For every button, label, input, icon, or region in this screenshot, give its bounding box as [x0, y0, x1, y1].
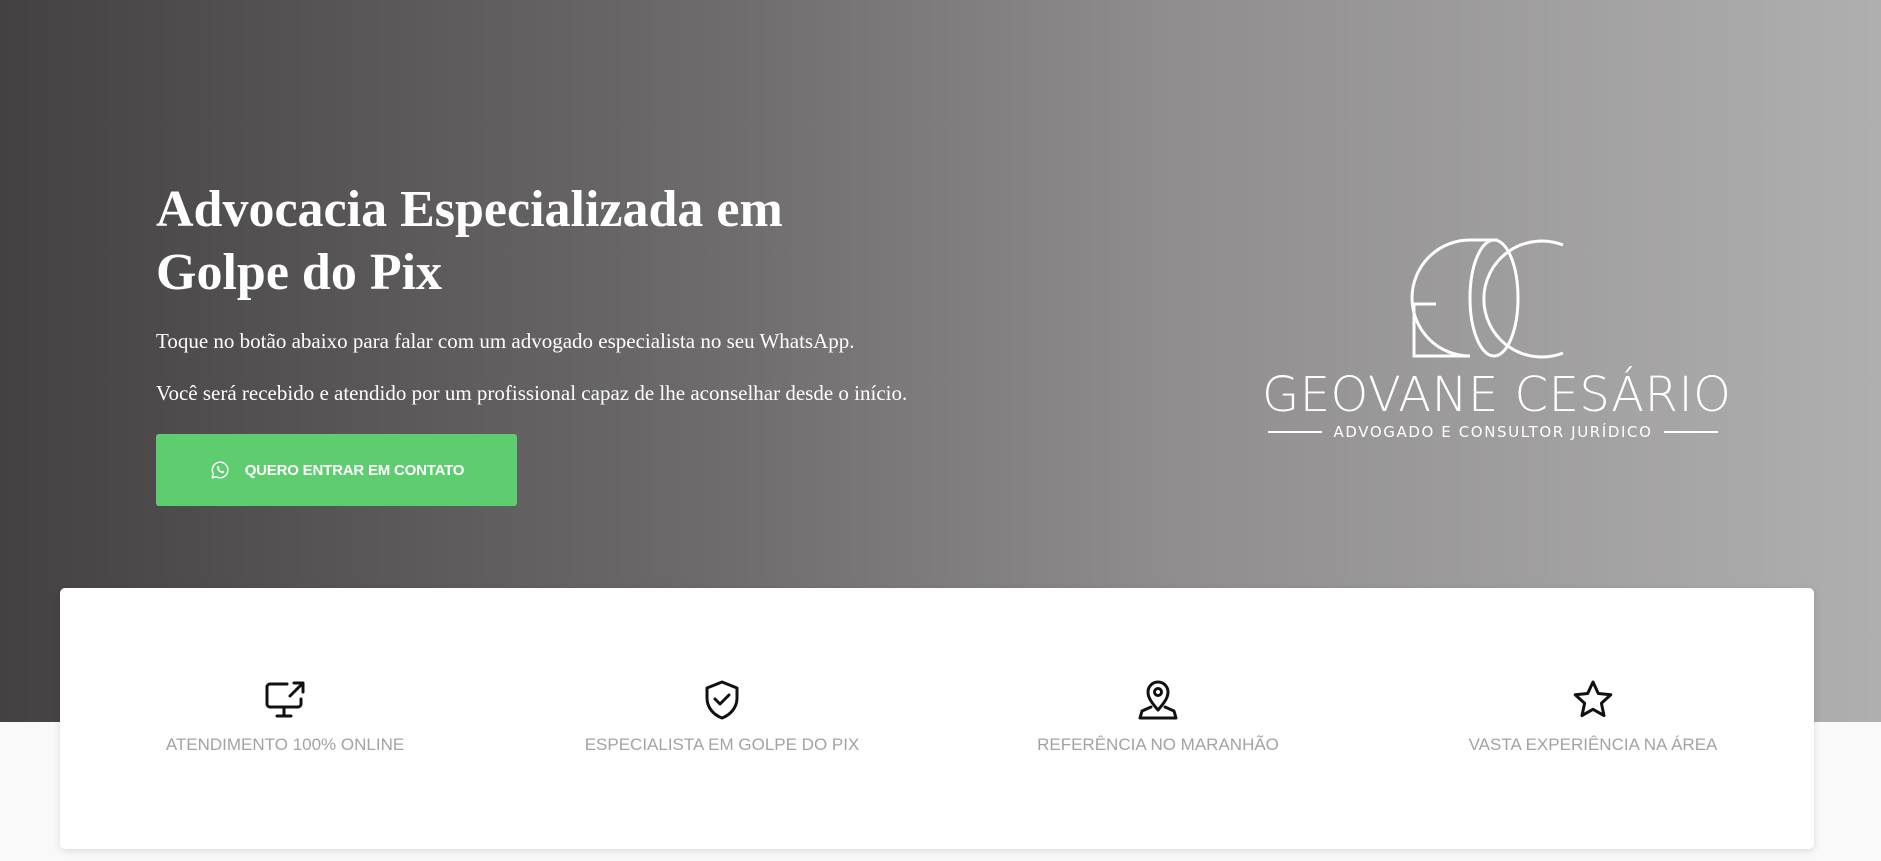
feature-online: ATENDIMENTO 100% ONLINE — [105, 678, 465, 755]
feature-label: ESPECIALISTA EM GOLPE DO PIX — [584, 735, 860, 754]
feature-label: ATENDIMENTO 100% ONLINE — [165, 735, 405, 754]
feature-reference: REFERÊNCIA NO MARANHÃO — [978, 678, 1338, 755]
monitor-share-icon — [105, 678, 465, 722]
feature-specialist: ESPECIALISTA EM GOLPE DO PIX — [542, 678, 902, 755]
feature-label: REFERÊNCIA NO MARANHÃO — [1037, 735, 1279, 754]
hero-title: Advocacia Especializada em Golpe do Pix — [156, 181, 783, 301]
contact-button-label: QUERO ENTRAR EM CONTATO — [244, 461, 465, 479]
brand-name: GEOVANE CESÁRIO — [1262, 367, 1732, 423]
tagline-divider-right — [1664, 431, 1718, 433]
monogram-logo-mark — [1410, 238, 1564, 359]
brand-logo: GEOVANE CESÁRIO ADVOGADO E CONSULTOR JUR… — [1262, 236, 1732, 448]
brand-tagline: ADVOGADO E CONSULTOR JURÍDICO — [1333, 423, 1653, 441]
map-pin-icon — [978, 678, 1338, 722]
whatsapp-icon — [209, 459, 231, 481]
hero-paragraph-attendance: Você será recebido e atendido por um pro… — [156, 381, 908, 405]
contact-button[interactable]: QUERO ENTRAR EM CONTATO — [156, 434, 517, 506]
hero-paragraph-whatsapp: Toque no botão abaixo para falar com um … — [156, 329, 855, 353]
features-card: ATENDIMENTO 100% ONLINE ESPECIALISTA EM … — [60, 588, 1814, 849]
tagline-divider-left — [1268, 431, 1322, 433]
feature-experience: VASTA EXPERIÊNCIA NA ÁREA — [1413, 678, 1773, 755]
shield-check-icon — [542, 678, 902, 722]
star-icon — [1413, 678, 1773, 722]
feature-label: VASTA EXPERIÊNCIA NA ÁREA — [1468, 735, 1718, 754]
